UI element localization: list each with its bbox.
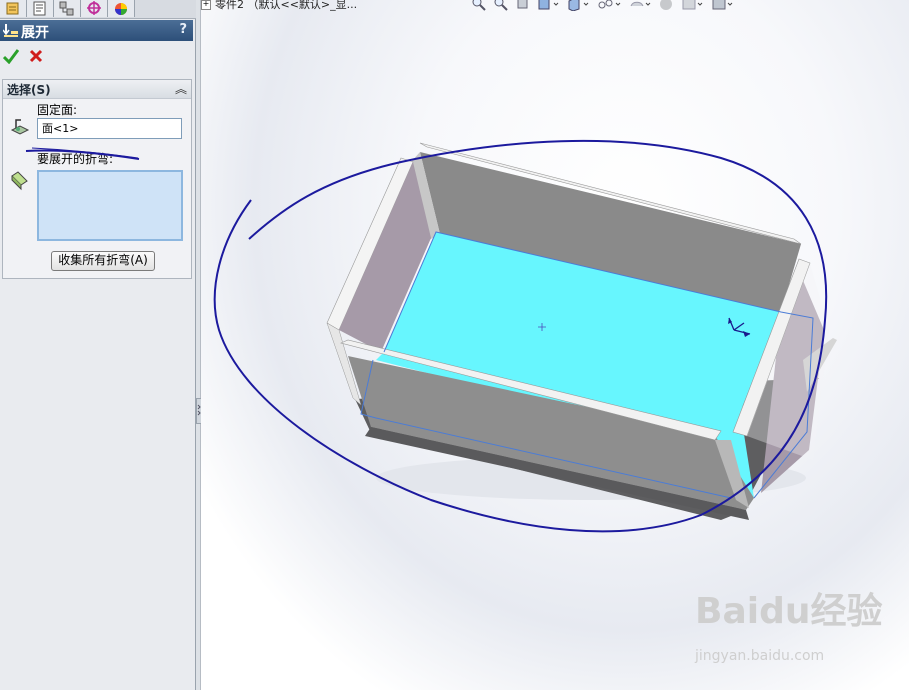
tab-feature-manager[interactable] xyxy=(0,0,27,17)
property-manager: 展开 ? 选择(S) ︽ 固定面: 面<1> 要展开的折弯: 收集所有折弯(A) xyxy=(0,0,196,690)
cancel-x-icon[interactable] xyxy=(28,48,44,64)
bend-icon xyxy=(11,171,28,191)
fixed-face-icon xyxy=(10,119,30,135)
bends-selection-list[interactable] xyxy=(37,170,183,241)
feature-tree-icon xyxy=(6,2,19,15)
tab-dimxpert[interactable] xyxy=(81,0,108,17)
collapse-chevron-icon[interactable]: ︽ xyxy=(175,80,187,97)
tab-property-manager[interactable] xyxy=(27,0,54,17)
property-sheet-icon xyxy=(33,1,46,16)
unfold-icon xyxy=(3,24,18,37)
selection-group-title: 选择(S) xyxy=(7,83,51,97)
selection-group: 选择(S) ︽ 固定面: 面<1> 要展开的折弯: 收集所有折弯(A) xyxy=(2,79,192,279)
ok-check-icon[interactable] xyxy=(3,48,19,64)
crosshair-icon xyxy=(87,1,101,15)
feature-title: 展开 xyxy=(21,25,49,41)
baidu-watermark: Baidu经验 jingyan.baidu.com xyxy=(695,591,883,665)
model-canvas xyxy=(213,139,837,533)
feature-header: 展开 ? xyxy=(0,20,193,41)
watermark-url: jingyan.baidu.com xyxy=(695,648,825,664)
tab-configuration-manager[interactable] xyxy=(54,0,81,17)
graphics-area[interactable]: + 零件2 （默认<<默认>_显... Baidu经验 jingyan.baid… xyxy=(201,0,909,690)
selection-group-header[interactable]: 选择(S) ︽ xyxy=(3,80,191,99)
fixed-face-label: 固定面: xyxy=(37,103,78,117)
help-icon[interactable]: ? xyxy=(179,22,187,37)
underline-annotation xyxy=(25,147,140,160)
configuration-icon xyxy=(59,1,74,16)
collect-all-bends-button[interactable]: 收集所有折弯(A) xyxy=(51,251,155,271)
fixed-face-field[interactable]: 面<1> xyxy=(37,118,182,139)
color-wheel-icon xyxy=(115,3,127,15)
manager-tabs xyxy=(0,0,196,19)
watermark-brand: Baidu经验 xyxy=(695,591,883,632)
tab-display-manager[interactable] xyxy=(108,0,135,17)
